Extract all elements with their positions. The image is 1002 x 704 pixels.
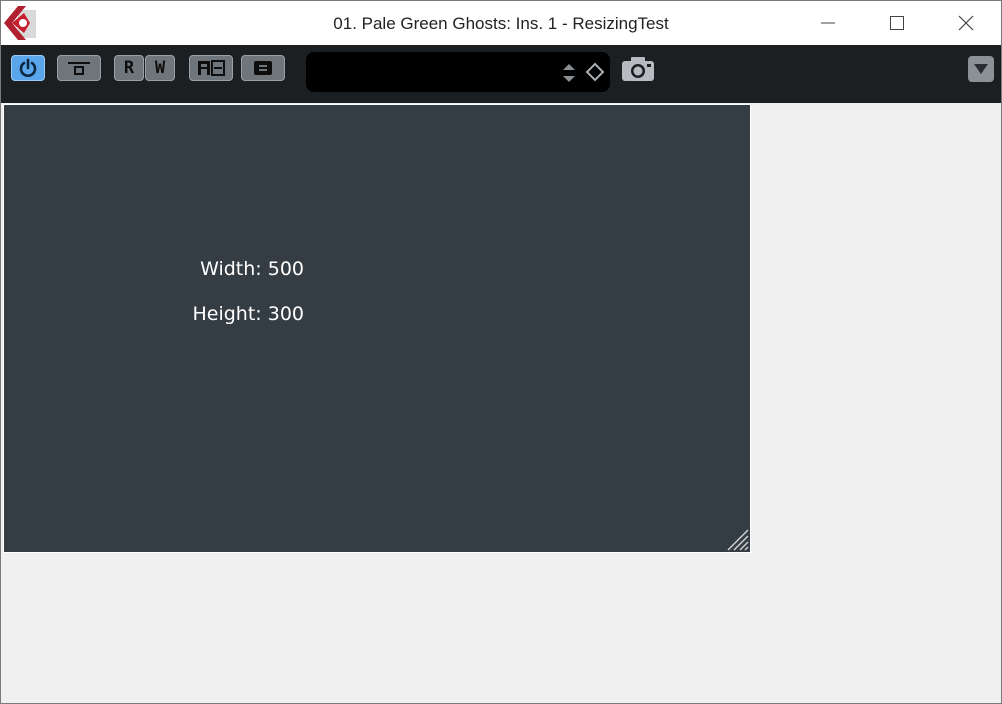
plugin-window: 01. Pale Green Ghosts: Ins. 1 - Resizing… [0,0,1002,704]
maximize-icon [890,16,904,30]
bypass-button[interactable] [57,55,101,81]
write-automation-button[interactable]: W [145,55,175,81]
plugin-editor-view: Width: 500 Height: 300 [3,104,751,553]
up-down-arrows-icon[interactable] [560,60,578,86]
preset-field[interactable] [306,52,610,92]
resize-grip-icon[interactable] [724,526,750,552]
ab-compare-button[interactable] [189,55,233,81]
power-button[interactable] [11,55,45,81]
diamond-icon[interactable] [585,62,605,82]
maximize-button[interactable] [862,1,932,45]
close-button[interactable] [931,1,1001,45]
power-icon [19,58,37,77]
read-automation-button[interactable]: R [114,55,144,81]
read-label: R [123,58,135,78]
minimize-button[interactable] [793,1,863,45]
triangle-down-icon [974,64,988,74]
plugin-toolbar: R W [1,45,1001,103]
more-options-button[interactable] [968,56,994,82]
bypass-icon [68,62,90,75]
title-bar[interactable]: 01. Pale Green Ghosts: Ins. 1 - Resizing… [1,1,1001,45]
height-readout: Height: 300 [192,303,304,325]
preset-menu-button[interactable] [241,55,285,81]
minimize-icon [821,22,835,24]
ab-icon [198,60,225,76]
width-readout: Width: 500 [200,258,304,280]
close-icon [958,15,974,31]
camera-icon[interactable] [620,55,656,83]
write-label: W [154,58,166,78]
menu-icon [254,61,272,75]
